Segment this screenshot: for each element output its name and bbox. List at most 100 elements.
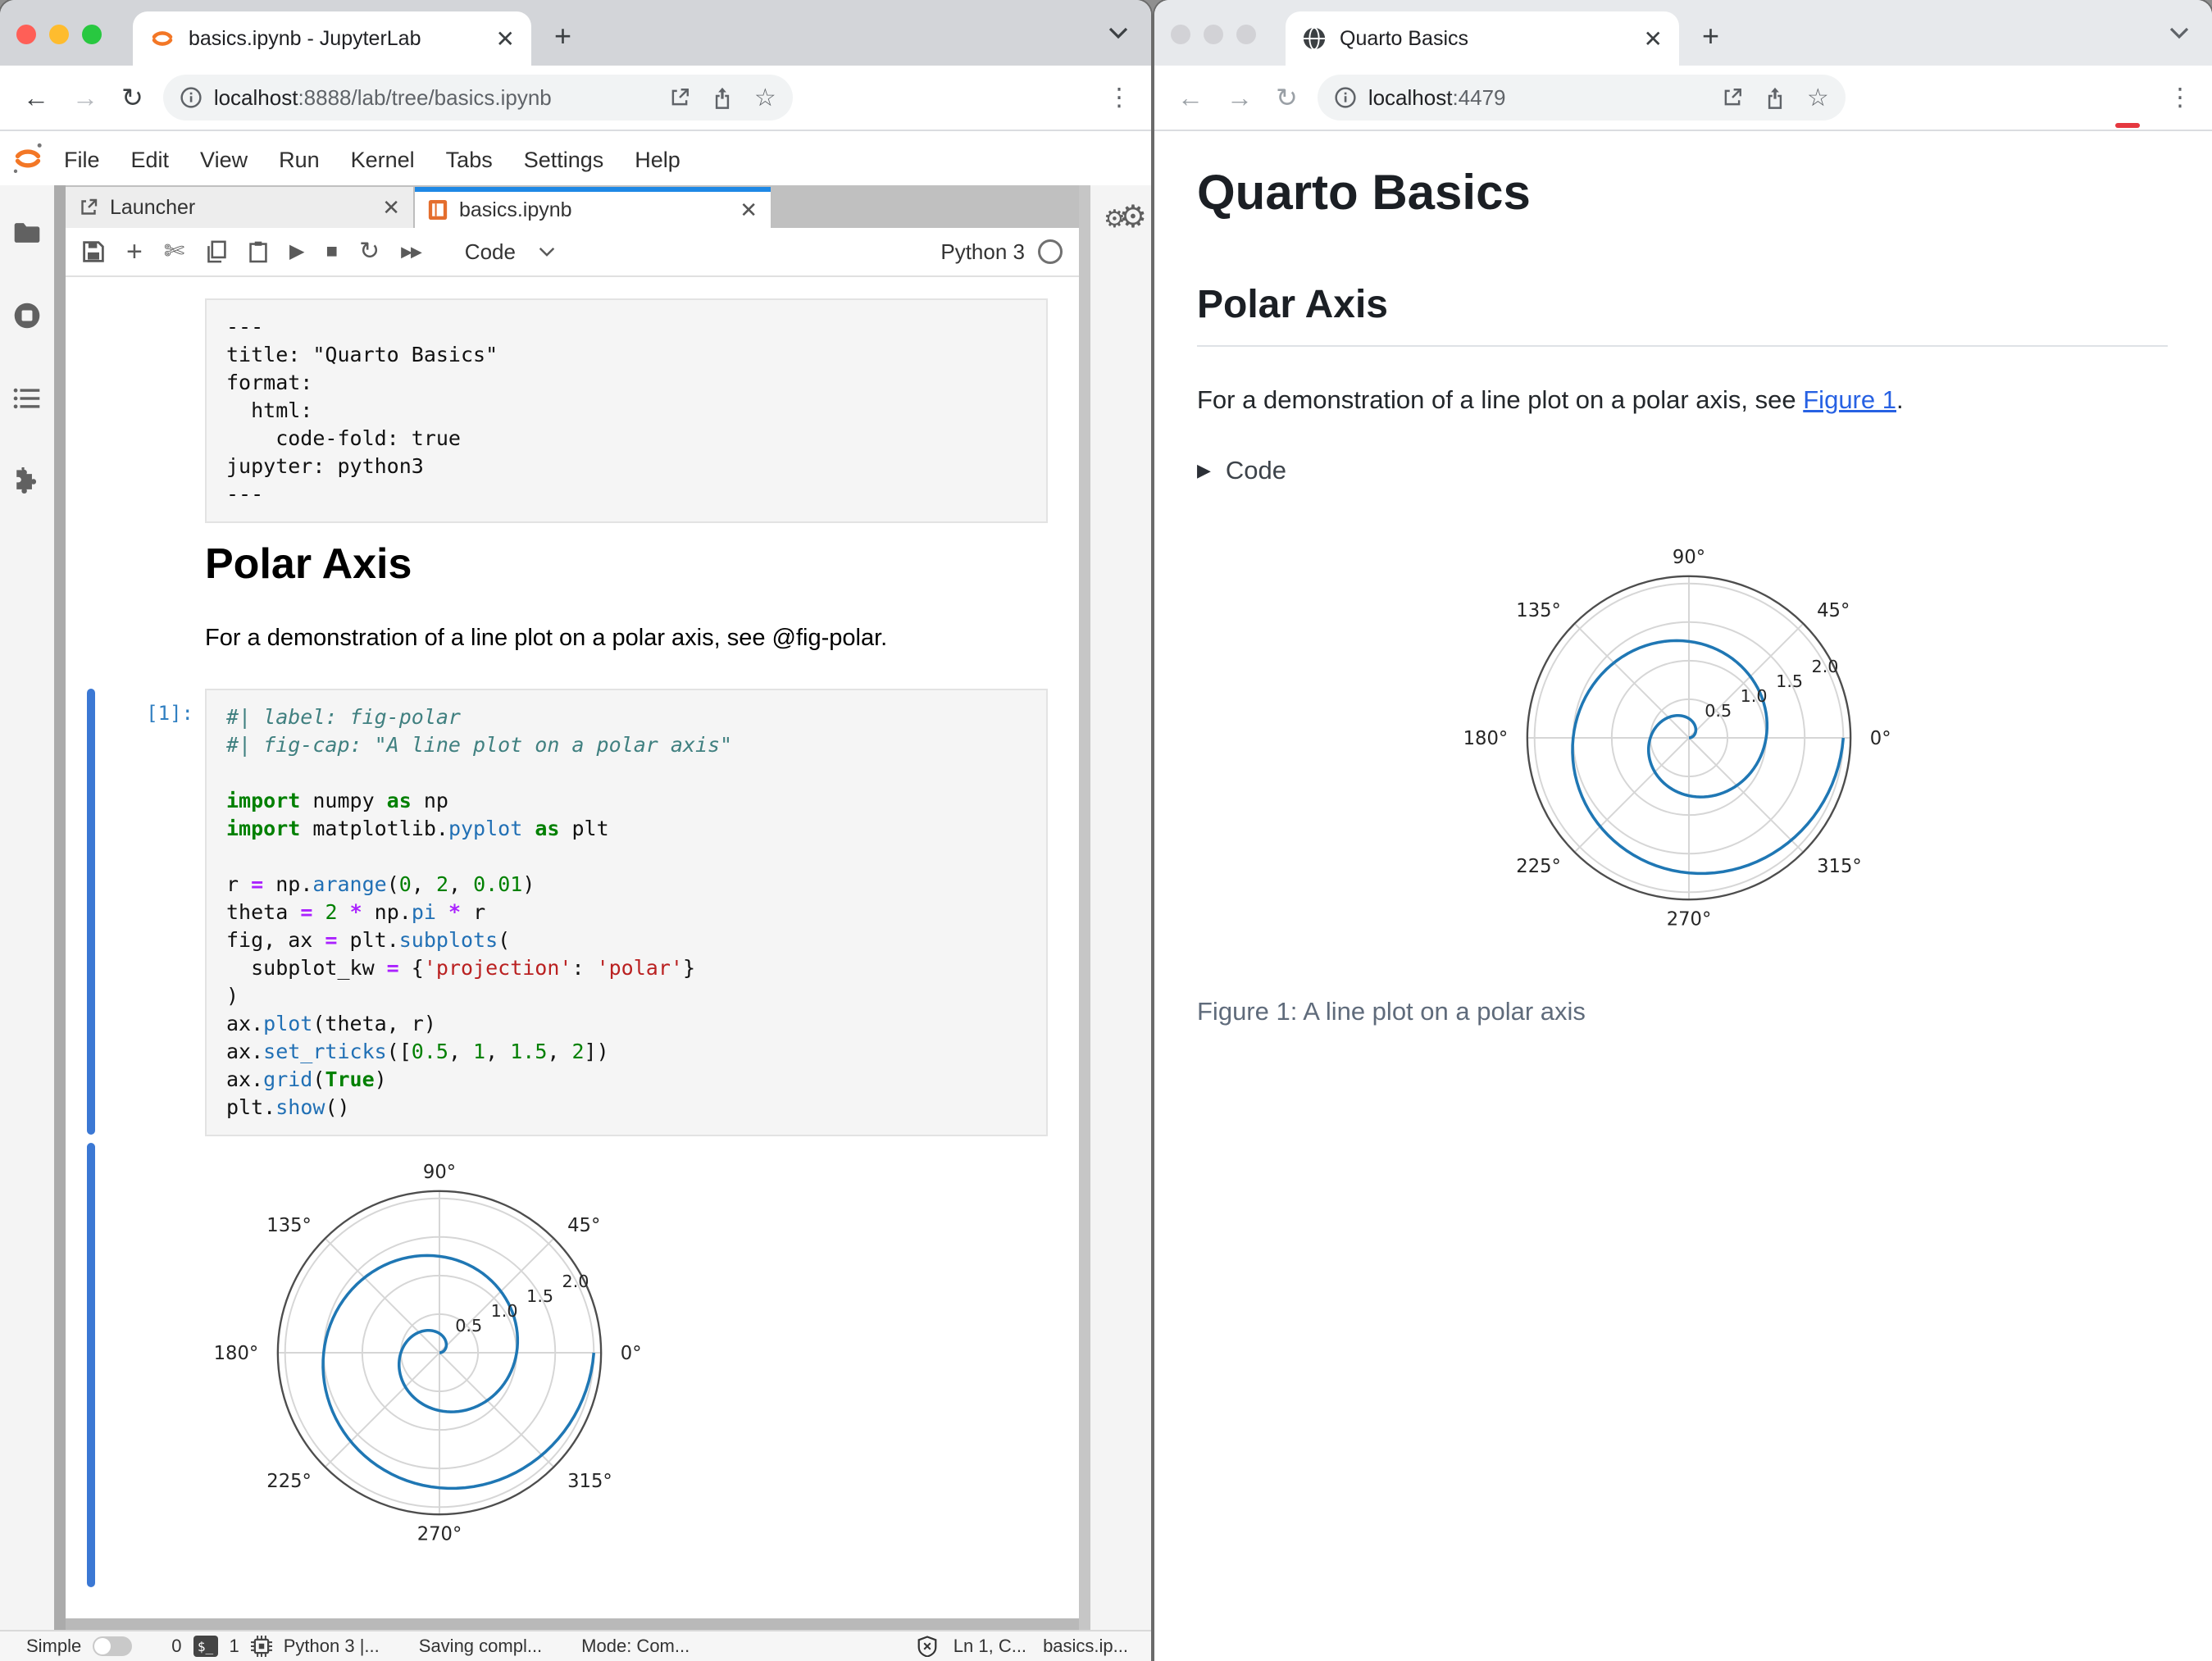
figure-plot: 0° 45° 90° 135° 180° 225° 270° 315° 0.5 1.0 1.5 2.0	[1463, 535, 1915, 941]
extensions-icon[interactable]	[13, 467, 41, 495]
forward-button[interactable]: →	[72, 83, 98, 113]
insert-cell-icon[interactable]: +	[126, 238, 143, 266]
property-inspector-icon[interactable]: ⚙⚙	[1104, 198, 1147, 235]
desktop: basics.ipynb - JupyterLab ✕ + ← → ↻ loca…	[0, 0, 2212, 1661]
terminal-icon: $_	[193, 1636, 218, 1657]
markdown-paragraph: For a demonstration of a line plot on a …	[205, 625, 888, 651]
dock-panel: Launcher ✕ basics.ipynb ✕ + ✄ ▶ ■ ↻ ▶▶ C…	[66, 185, 1079, 1631]
chevron-down-icon	[539, 247, 555, 257]
cut-cells-icon[interactable]: ✄	[164, 239, 184, 264]
browser-tabstrip: Quarto Basics ✕ +	[1154, 0, 2212, 66]
site-info-icon[interactable]	[180, 86, 203, 109]
bookmark-star-icon[interactable]: ☆	[754, 84, 776, 112]
close-tab-icon[interactable]: ✕	[1644, 25, 1663, 52]
paste-cells-icon[interactable]	[248, 240, 268, 263]
jupyterlab-browser-window: basics.ipynb - JupyterLab ✕ + ← → ↻ loca…	[0, 0, 1151, 1661]
mode-indicator[interactable]: Mode: Com...	[581, 1636, 690, 1657]
running-kernels-icon[interactable]	[13, 302, 41, 330]
close-tab-icon[interactable]: ✕	[382, 195, 400, 221]
menu-edit[interactable]: Edit	[131, 148, 170, 172]
statusbar-filename[interactable]: basics.ip...	[1043, 1636, 1128, 1657]
bookmark-star-icon[interactable]: ☆	[1807, 84, 1829, 112]
input-collapser[interactable]	[87, 689, 95, 1135]
restart-run-all-icon[interactable]: ▶▶	[401, 240, 422, 263]
minimize-window-button[interactable]	[49, 25, 69, 44]
kernel-name: Python 3	[940, 239, 1025, 264]
tab-search-chevron-icon[interactable]	[1108, 26, 1128, 39]
stop-kernel-icon[interactable]: ■	[325, 240, 338, 263]
file-browser-icon[interactable]	[13, 221, 41, 244]
profile-badge	[2115, 123, 2140, 128]
url-text: localhost:8888/lab/tree/basics.ipynb	[213, 84, 552, 110]
site-info-icon[interactable]	[1334, 86, 1357, 109]
share-icon[interactable]	[712, 85, 733, 110]
svg-text:1.0: 1.0	[1741, 686, 1768, 706]
zoom-window-button[interactable]	[1236, 25, 1256, 44]
jupyter-logo	[13, 143, 42, 173]
reload-button[interactable]: ↻	[1276, 82, 1298, 113]
svg-text:225°: 225°	[266, 1471, 312, 1492]
run-cell-icon[interactable]: ▶	[289, 240, 304, 263]
menu-run[interactable]: Run	[279, 148, 320, 172]
tab-notebook[interactable]: basics.ipynb ✕	[415, 187, 771, 228]
new-tab-button[interactable]: +	[554, 21, 571, 51]
close-window-button[interactable]	[16, 25, 36, 44]
copy-cells-icon[interactable]	[206, 240, 227, 263]
open-in-new-icon[interactable]	[669, 87, 690, 108]
jupyterlab-app: File Edit View Run Kernel Tabs Settings Help La…	[0, 131, 1151, 1661]
menu-tabs[interactable]: Tabs	[446, 148, 493, 172]
tab-search-chevron-icon[interactable]	[2169, 26, 2189, 39]
save-icon[interactable]	[82, 240, 105, 263]
browser-menu-icon[interactable]: ⋮	[2168, 84, 2192, 112]
address-bar[interactable]: localhost:4479 ☆	[1317, 75, 1846, 121]
share-icon[interactable]	[1764, 85, 1786, 110]
kernel-status-text[interactable]: Python 3 |...	[284, 1636, 380, 1657]
menu-settings[interactable]: Settings	[524, 148, 604, 172]
yaml-frontmatter-cell[interactable]: --- title: "Quarto Basics" format: html: c…	[205, 298, 1048, 523]
address-bar[interactable]: localhost:8888/lab/tree/basics.ipynb ☆	[162, 75, 793, 121]
svg-text:270°: 270°	[417, 1524, 462, 1545]
menu-help[interactable]: Help	[635, 148, 680, 172]
new-tab-button[interactable]: +	[1702, 21, 1719, 51]
svg-text:0°: 0°	[1870, 728, 1891, 749]
browser-tab[interactable]: Quarto Basics ✕	[1286, 11, 1679, 66]
back-button[interactable]: ←	[1177, 83, 1204, 113]
table-of-contents-icon[interactable]	[13, 387, 41, 410]
quarto-page: Quarto Basics Polar Axis For a demonstra…	[1154, 131, 2212, 1661]
window-controls[interactable]	[16, 25, 102, 44]
line-col-indicator[interactable]: Ln 1, C...	[954, 1636, 1026, 1657]
tab-launcher[interactable]: Launcher ✕	[66, 187, 415, 228]
minimize-window-button[interactable]	[1204, 25, 1223, 44]
body-paragraph: For a demonstration of a line plot on a …	[1197, 385, 1904, 414]
window-controls[interactable]	[1171, 25, 1256, 44]
menu-view[interactable]: View	[200, 148, 248, 172]
reload-button[interactable]: ↻	[121, 82, 143, 113]
close-tab-icon[interactable]: ✕	[740, 198, 758, 223]
figure-link[interactable]: Figure 1	[1803, 385, 1896, 414]
close-tab-icon[interactable]: ✕	[496, 25, 515, 52]
browser-menu-icon[interactable]: ⋮	[1107, 84, 1131, 112]
svg-text:0°: 0°	[621, 1343, 642, 1364]
vertical-scrollbar[interactable]	[1079, 185, 1090, 1631]
close-window-button[interactable]	[1171, 25, 1190, 44]
forward-button[interactable]: →	[1227, 83, 1253, 113]
menu-kernel[interactable]: Kernel	[351, 148, 415, 172]
back-button[interactable]: ←	[23, 83, 49, 113]
browser-tab-title: Quarto Basics	[1340, 26, 1469, 50]
code-disclosure[interactable]: ▶ Code	[1197, 456, 1286, 485]
svg-text:2.0: 2.0	[1812, 657, 1839, 676]
output-collapser[interactable]	[87, 1143, 95, 1587]
kernel-indicator[interactable]: Python 3	[940, 239, 1063, 265]
svg-text:225°: 225°	[1516, 856, 1561, 877]
zoom-window-button[interactable]	[82, 25, 102, 44]
browser-tab[interactable]: basics.ipynb - JupyterLab ✕	[133, 11, 531, 66]
open-in-new-icon[interactable]	[1722, 87, 1743, 108]
simple-mode-toggle[interactable]	[93, 1636, 133, 1656]
cell-type-dropdown[interactable]: Code	[465, 239, 555, 265]
code-cell-input[interactable]: #| label: fig-polar #| fig-cap: "A line p…	[205, 689, 1048, 1136]
restart-kernel-icon[interactable]: ↻	[359, 239, 380, 264]
polar-plot: 0° 45° 90° 135° 180° 225° 270° 315° 0.5 1.0 1.5 2.0	[1463, 547, 1891, 931]
menu-file[interactable]: File	[64, 148, 100, 172]
code-summary-label: Code	[1225, 456, 1287, 485]
quarto-browser-window: Quarto Basics ✕ + ← → ↻ localhost:4479 ☆…	[1154, 0, 2212, 1661]
